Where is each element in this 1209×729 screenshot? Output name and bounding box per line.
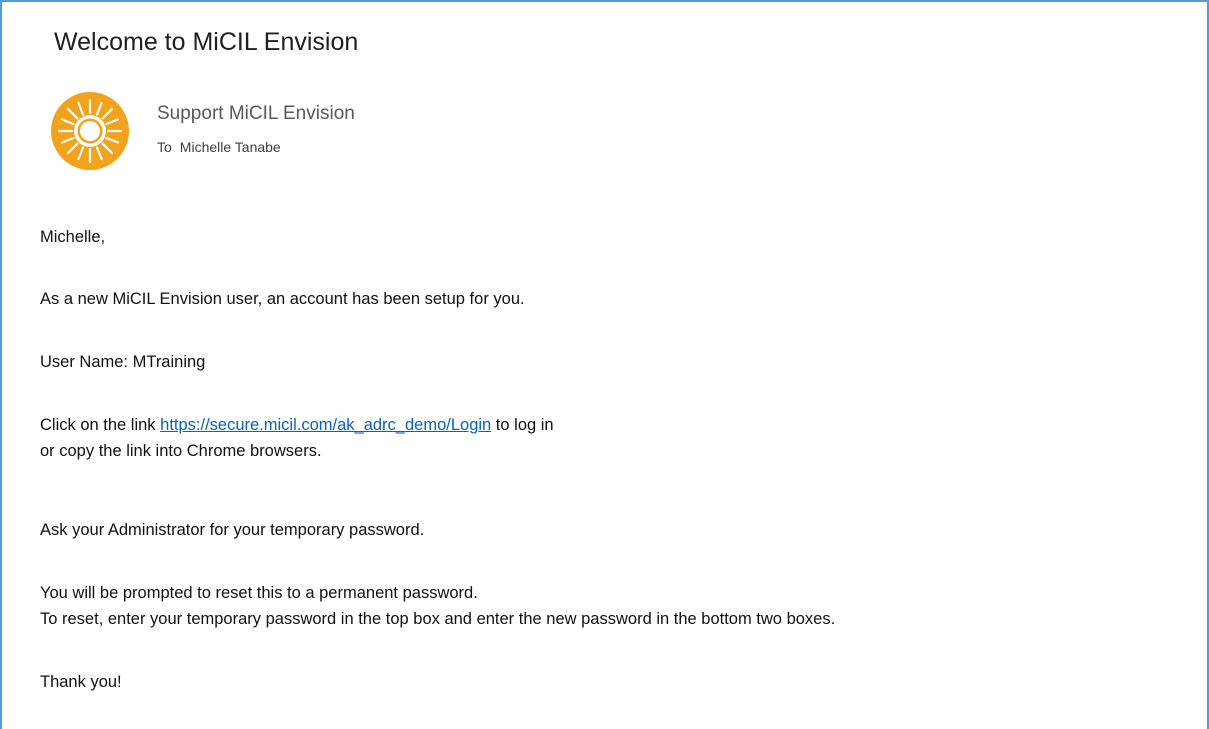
ask-admin-line: Ask your Administrator for your temporar… xyxy=(40,521,425,539)
reset-instructions-line: To reset, enter your temporary password … xyxy=(40,610,836,628)
closing-line: Thank you! xyxy=(40,673,122,691)
email-subject: Welcome to MiCIL Envision xyxy=(54,28,359,56)
sun-logo-icon xyxy=(51,92,129,170)
sender-name[interactable]: Support MiCIL Envision xyxy=(157,103,355,125)
prompt-reset-line: You will be prompted to reset this to a … xyxy=(40,584,478,602)
link-line: Click on the link https://secure.micil.c… xyxy=(40,416,554,435)
recipient-name[interactable]: Michelle Tanabe xyxy=(180,139,281,155)
recipient-row: To Michelle Tanabe xyxy=(157,139,281,155)
intro-line: As a new MiCIL Envision user, an account… xyxy=(40,290,525,308)
link-suffix: to log in xyxy=(491,416,554,434)
username-line: User Name: MTraining xyxy=(40,353,206,371)
login-link[interactable]: https://secure.micil.com/ak_adrc_demo/Lo… xyxy=(160,416,491,434)
email-reading-pane: Welcome to MiCIL Envision Support MiCIL … xyxy=(0,0,1209,729)
copy-link-line: or copy the link into Chrome browsers. xyxy=(40,442,322,460)
to-label: To xyxy=(157,139,172,155)
greeting-line: Michelle, xyxy=(40,228,106,246)
link-prefix: Click on the link xyxy=(40,416,161,434)
